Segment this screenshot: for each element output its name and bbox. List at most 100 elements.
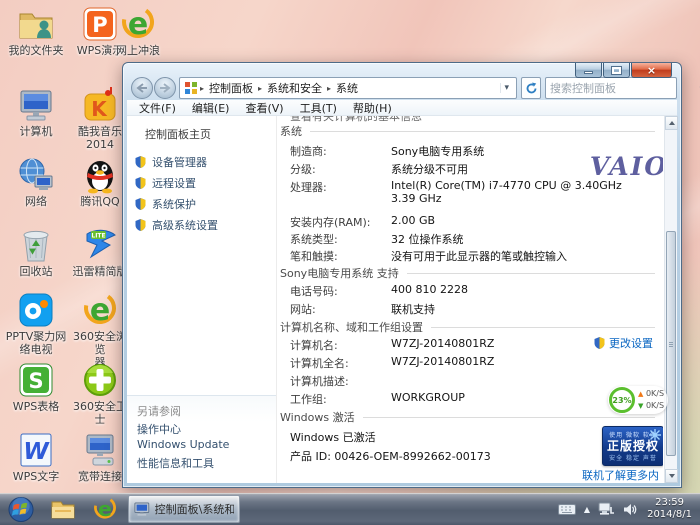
genuine-license-badge[interactable]: 使用 微软 软件 正版授权 安全 稳定 声誉	[602, 426, 663, 466]
refresh-button[interactable]	[521, 77, 541, 99]
svg-text:LITE: LITE	[91, 233, 105, 240]
uac-shield-icon	[135, 156, 146, 168]
see-also-header: 另请参阅	[137, 403, 181, 419]
sidebar-item-control-panel-home[interactable]: 控制面板主页	[145, 126, 211, 142]
rating-link[interactable]: 系统分级不可用	[391, 161, 468, 177]
browser-e-icon: e	[92, 496, 118, 522]
scroll-down-button[interactable]	[665, 469, 678, 483]
change-settings-link[interactable]: 更改设置	[594, 335, 653, 351]
icon-label: PPTV聚力网	[4, 330, 68, 343]
back-arrow-icon	[136, 83, 148, 93]
menu-view[interactable]: 查看(V)	[237, 100, 291, 116]
scroll-up-icon	[669, 121, 675, 125]
sidebar-item-label: 远程设置	[152, 175, 196, 191]
maximize-button[interactable]	[603, 63, 630, 78]
sidebar-item-label: 高级系统设置	[152, 217, 218, 233]
menu-help[interactable]: 帮助(H)	[345, 100, 400, 116]
scroll-down-icon	[669, 474, 675, 478]
taskbar-explorer-button[interactable]	[50, 496, 76, 522]
minimize-button[interactable]	[575, 63, 602, 78]
breadcrumb-system[interactable]: 系统	[333, 80, 361, 96]
desktop-icon-wps-writer[interactable]: W WPS文字	[4, 431, 68, 483]
desktop-icon-wps-spreadsheet[interactable]: S WPS表格	[4, 361, 68, 413]
sidebar-item-performance-tools[interactable]: 性能信息和工具	[137, 455, 214, 471]
network-tray-icon[interactable]	[598, 502, 615, 516]
system-window: × ▸ 控制面板 ▸ 系统和安全 ▸ 系统 ▾	[122, 62, 682, 488]
svg-text:e: e	[98, 497, 112, 521]
search-input[interactable]	[546, 82, 699, 95]
address-dropdown-icon[interactable]: ▾	[500, 83, 512, 93]
desktop-icon-pptv[interactable]: PPTV聚力网 络电视	[4, 291, 68, 356]
icon-label: 网络	[4, 195, 68, 208]
computer-icon	[134, 501, 150, 517]
sidebar-item-remote-settings[interactable]: 远程设置	[135, 175, 196, 191]
browser-e-icon: e	[119, 5, 157, 43]
svg-text:e: e	[90, 293, 110, 328]
desktop-icon-recycle-bin[interactable]: 回收站	[4, 226, 68, 278]
breadcrumb-control-panel[interactable]: 控制面板	[206, 80, 256, 96]
net-speed-widget[interactable]: 23% ▲ 0K/S ▼ 0K/S	[608, 386, 668, 414]
sidebar-item-advanced-settings[interactable]: 高级系统设置	[135, 217, 218, 233]
svg-text:S: S	[28, 369, 43, 393]
sidebar-item-action-center[interactable]: 操作中心	[137, 421, 181, 437]
online-support-link[interactable]: 联机支持	[391, 301, 435, 317]
menu-edit[interactable]: 编辑(E)	[184, 100, 238, 116]
vaio-logo: VAIO	[584, 152, 663, 181]
badge-line2: 正版授权	[603, 439, 663, 453]
row-website: 网站:联机支持	[290, 301, 655, 317]
taskbar-clock[interactable]: 23:59 2014/8/1	[647, 497, 692, 521]
row-system-type: 系统类型:32 位操作系统	[290, 231, 655, 247]
row-phone: 电话号码:400 810 2228	[290, 283, 655, 299]
svg-text:K: K	[91, 97, 108, 121]
sidebar-item-device-manager[interactable]: 设备管理器	[135, 154, 207, 170]
svg-text:e: e	[128, 7, 148, 42]
thunder-bird-icon: LITE	[81, 226, 119, 264]
desktop-icon-web-surf[interactable]: e 网上冲浪	[106, 5, 170, 57]
clock-time: 23:59	[647, 497, 692, 509]
maximize-icon	[612, 67, 621, 74]
upload-arrow-icon: ▲	[638, 390, 643, 398]
caption-buttons: ×	[574, 63, 672, 78]
desktop: 我的文件夹 P WPS演示 e 网上冲浪 计算机 K 酷我音乐 2014 网络	[0, 0, 700, 525]
clock-date: 2014/8/1	[647, 509, 692, 521]
forward-button[interactable]	[154, 77, 176, 99]
icon-label-line2: 络电视	[4, 343, 68, 356]
volume-icon[interactable]	[623, 503, 637, 516]
window-body: 控制面板主页 设备管理器 远程设置 系统保护 高级系统设置	[127, 116, 677, 483]
vertical-scrollbar[interactable]	[664, 116, 677, 483]
sidebar-item-label: 设备管理器	[152, 154, 207, 170]
breadcrumb-system-security[interactable]: 系统和安全	[264, 80, 325, 96]
task-label: 控制面板\系统和...	[155, 501, 234, 517]
sidebar-item-system-protection[interactable]: 系统保护	[135, 196, 196, 212]
scrollbar-thumb[interactable]	[666, 231, 676, 456]
navigation-bar: ▸ 控制面板 ▸ 系统和安全 ▸ 系统 ▾	[127, 76, 677, 100]
desktop-icon-my-folder[interactable]: 我的文件夹	[4, 5, 68, 57]
show-hidden-icons-button[interactable]: ▲	[584, 505, 590, 514]
desktop-icon-computer[interactable]: 计算机	[4, 86, 68, 138]
section-header-support: Sony电脑专用系统 支持	[280, 265, 655, 281]
desktop-icon-network[interactable]: 网络	[4, 156, 68, 208]
address-bar[interactable]: ▸ 控制面板 ▸ 系统和安全 ▸ 系统 ▾	[179, 77, 517, 99]
menu-file[interactable]: 文件(F)	[131, 100, 184, 116]
row-activation-status: Windows 已激活	[290, 429, 655, 445]
taskbar-task-control-panel[interactable]: 控制面板\系统和...	[128, 495, 240, 523]
icon-label: 计算机	[4, 125, 68, 138]
wps-writer-icon: W	[17, 431, 55, 469]
learn-more-online-link[interactable]: 联机了解更多内容...	[582, 467, 663, 483]
close-button[interactable]: ×	[631, 63, 672, 78]
input-indicator-icon[interactable]	[558, 504, 576, 515]
uac-shield-icon	[135, 177, 146, 189]
back-button[interactable]	[131, 77, 153, 99]
start-button[interactable]	[8, 496, 34, 522]
see-also-section: 另请参阅 操作中心 Windows Update 性能信息和工具	[127, 395, 276, 483]
control-panel-icon	[184, 81, 198, 95]
menu-tools[interactable]: 工具(T)	[292, 100, 345, 116]
sidebar-item-windows-update[interactable]: Windows Update	[137, 438, 229, 451]
scroll-up-button[interactable]	[665, 116, 678, 130]
computer-icon	[17, 86, 55, 124]
memory-usage-ball[interactable]: 23%	[609, 387, 635, 413]
icon-label: 回收站	[4, 265, 68, 278]
taskbar-browser-button[interactable]: e	[92, 496, 118, 522]
uac-shield-icon	[135, 198, 146, 210]
row-description: 计算机描述:	[290, 373, 655, 389]
